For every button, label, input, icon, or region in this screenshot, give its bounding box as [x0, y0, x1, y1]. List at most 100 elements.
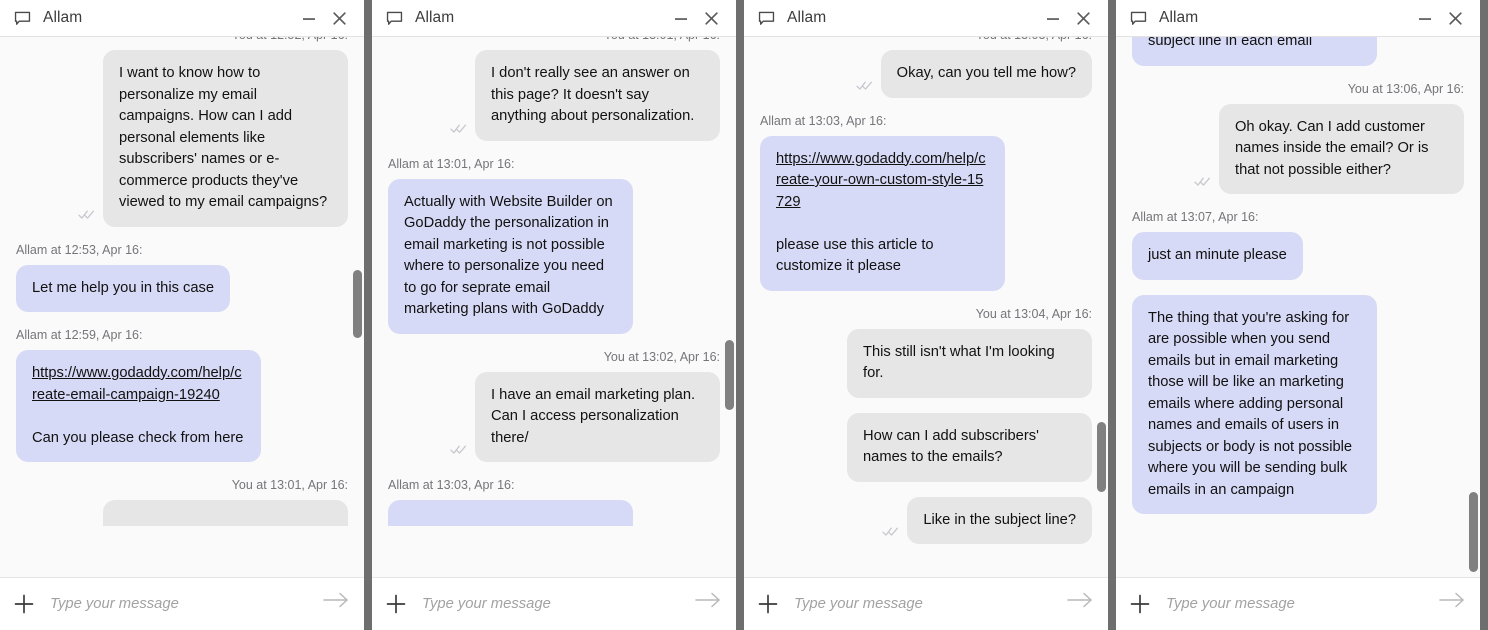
message-bubble[interactable]: I want to know how to personalize my ema…	[103, 50, 348, 227]
chat-window-3: Allam You at 13:03, Apr 16: Okay, can you …	[744, 0, 1108, 630]
message-bubble[interactable]: Oh okay. Can I add customer names inside…	[1219, 103, 1464, 194]
conversation-scroll-area[interactable]: You at 13:03, Apr 16: Okay, can you tell …	[744, 37, 1108, 577]
message-list: Sorry but that's not possible to do add …	[1132, 37, 1464, 529]
message-row: Actually with Website Builder on GoDaddy…	[388, 178, 720, 334]
speech-bubble-icon	[385, 9, 415, 28]
double-check-icon	[450, 444, 467, 455]
message-timestamp: Allam at 13:01, Apr 16:	[388, 156, 515, 171]
chat-windows-row: Allam You at 12:52, Apr 16: I want to know…	[0, 0, 1488, 630]
message-link[interactable]: https://www.godaddy.com/help/create-your…	[776, 151, 986, 210]
close-button[interactable]	[696, 3, 726, 33]
close-button[interactable]	[1068, 3, 1098, 33]
message-bubble[interactable]: The thing that you're asking for are pos…	[1132, 294, 1377, 514]
send-button[interactable]	[1066, 590, 1094, 618]
scrollbar-thumb[interactable]	[353, 270, 362, 338]
message-input[interactable]	[794, 596, 1058, 612]
close-button[interactable]	[324, 3, 354, 33]
message-bubble[interactable]: Let me help you in this case	[16, 264, 231, 312]
message-bubble[interactable]: This still isn't what I'm looking for.	[847, 328, 1092, 398]
double-check-icon	[856, 80, 873, 91]
plus-icon[interactable]	[384, 592, 408, 616]
message-bubble[interactable]: I have an email marketing plan. Can I ac…	[475, 371, 720, 462]
scrollbar-thumb[interactable]	[1469, 492, 1478, 572]
window-title: Allam	[1159, 9, 1199, 26]
window-titlebar: Allam	[744, 0, 1108, 37]
window-titlebar: Allam	[0, 0, 364, 37]
plus-icon[interactable]	[12, 592, 36, 616]
conversation-scrollbar[interactable]	[725, 75, 734, 523]
scrollbar-thumb[interactable]	[725, 340, 734, 410]
minimize-button[interactable]	[666, 3, 696, 33]
plus-icon[interactable]	[1128, 592, 1152, 616]
speech-bubble-icon	[1129, 9, 1159, 28]
message-input[interactable]	[422, 596, 686, 612]
window-titlebar: Allam	[372, 0, 736, 37]
message-bubble[interactable]: Actually with Website Builder on GoDaddy…	[388, 178, 633, 334]
message-link[interactable]: https://www.godaddy.com/help/create-emai…	[32, 365, 242, 403]
message-timestamp: You at 13:03, Apr 16:	[760, 37, 1092, 43]
message-row: This still isn't what I'm looking for.	[760, 328, 1092, 398]
scrollbar-thumb[interactable]	[1097, 422, 1106, 492]
minimize-button[interactable]	[1410, 3, 1440, 33]
message-row: just an minute please	[1132, 232, 1464, 280]
message-bubble[interactable]: I don't really see an answer on this pag…	[475, 50, 720, 141]
message-timestamp: Allam at 13:03, Apr 16:	[388, 478, 515, 492]
message-row: Let me help you in this case	[16, 264, 348, 312]
message-timestamp: Allam at 12:53, Apr 16:	[16, 242, 143, 257]
message-list: You at 13:03, Apr 16: Okay, can you tell …	[760, 37, 1092, 559]
message-row: Okay, can you tell me how?	[760, 50, 1092, 98]
close-button[interactable]	[1440, 3, 1470, 33]
message-timestamp: You at 12:52, Apr 16:	[16, 37, 348, 43]
message-timestamp: You at 13:04, Apr 16:	[975, 306, 1092, 321]
message-row: I want to know how to personalize my ema…	[16, 50, 348, 227]
minimize-button[interactable]	[294, 3, 324, 33]
message-bubble[interactable]: Like in the subject line?	[907, 496, 1092, 544]
message-timestamp: Allam at 12:59, Apr 16:	[16, 328, 143, 342]
chat-window-2: Allam You at 13:01, Apr 16: I don't really…	[372, 0, 736, 630]
minimize-button[interactable]	[1038, 3, 1068, 33]
message-composer	[1116, 577, 1480, 630]
conversation-scrollbar[interactable]	[1097, 75, 1106, 523]
send-button[interactable]	[1438, 590, 1466, 618]
message-list: You at 12:52, Apr 16: I want to know how …	[16, 37, 348, 541]
conversation-scrollbar[interactable]	[1469, 75, 1478, 572]
conversation-scroll-area[interactable]: Sorry but that's not possible to do add …	[1116, 37, 1480, 577]
chat-window-1: Allam You at 12:52, Apr 16: I want to know…	[0, 0, 364, 630]
message-row: How can I add subscribers' names to the …	[760, 412, 1092, 482]
window-title: Allam	[415, 9, 455, 26]
message-bubble[interactable]: https://www.godaddy.com/help/create-emai…	[16, 350, 261, 462]
conversation-scrollbar[interactable]	[353, 75, 362, 523]
message-bubble[interactable]	[103, 500, 348, 526]
message-composer	[372, 577, 736, 630]
chat-window-4: Allam Sorry but that's not possible to do…	[1116, 0, 1480, 630]
message-timestamp: You at 13:01, Apr 16:	[388, 37, 720, 43]
message-row: I don't really see an answer on this pag…	[388, 50, 720, 141]
send-button[interactable]	[322, 590, 350, 618]
message-row: https://www.godaddy.com/help/create-emai…	[16, 350, 348, 462]
message-row	[388, 500, 720, 526]
message-input[interactable]	[1166, 596, 1430, 612]
message-input[interactable]	[50, 596, 314, 612]
message-list: You at 13:01, Apr 16: I don't really see …	[388, 37, 720, 541]
message-bubble[interactable]: How can I add subscribers' names to the …	[847, 412, 1092, 482]
message-row: Like in the subject line?	[760, 496, 1092, 544]
plus-icon[interactable]	[756, 592, 780, 616]
message-bubble[interactable]: just an minute please	[1132, 232, 1303, 280]
message-timestamp: Allam at 13:03, Apr 16:	[760, 113, 887, 128]
message-timestamp: Allam at 13:07, Apr 16:	[1132, 210, 1259, 224]
message-bubble[interactable]: https://www.godaddy.com/help/create-your…	[760, 135, 1005, 291]
message-bubble[interactable]: Sorry but that's not possible to do add …	[1132, 37, 1377, 66]
message-row: https://www.godaddy.com/help/create-your…	[760, 135, 1092, 291]
message-timestamp: You at 13:06, Apr 16:	[1347, 81, 1464, 96]
message-bubble[interactable]	[388, 500, 633, 526]
message-row: Oh okay. Can I add customer names inside…	[1132, 103, 1464, 194]
window-title: Allam	[43, 9, 83, 26]
double-check-icon	[450, 123, 467, 134]
message-row: Sorry but that's not possible to do add …	[1132, 37, 1464, 66]
send-button[interactable]	[694, 590, 722, 618]
message-bubble[interactable]: Okay, can you tell me how?	[880, 50, 1092, 98]
double-check-icon	[1194, 176, 1211, 187]
message-composer	[0, 577, 364, 630]
conversation-scroll-area[interactable]: You at 12:52, Apr 16: I want to know how …	[0, 37, 364, 577]
conversation-scroll-area[interactable]: You at 13:01, Apr 16: I don't really see …	[372, 37, 736, 577]
